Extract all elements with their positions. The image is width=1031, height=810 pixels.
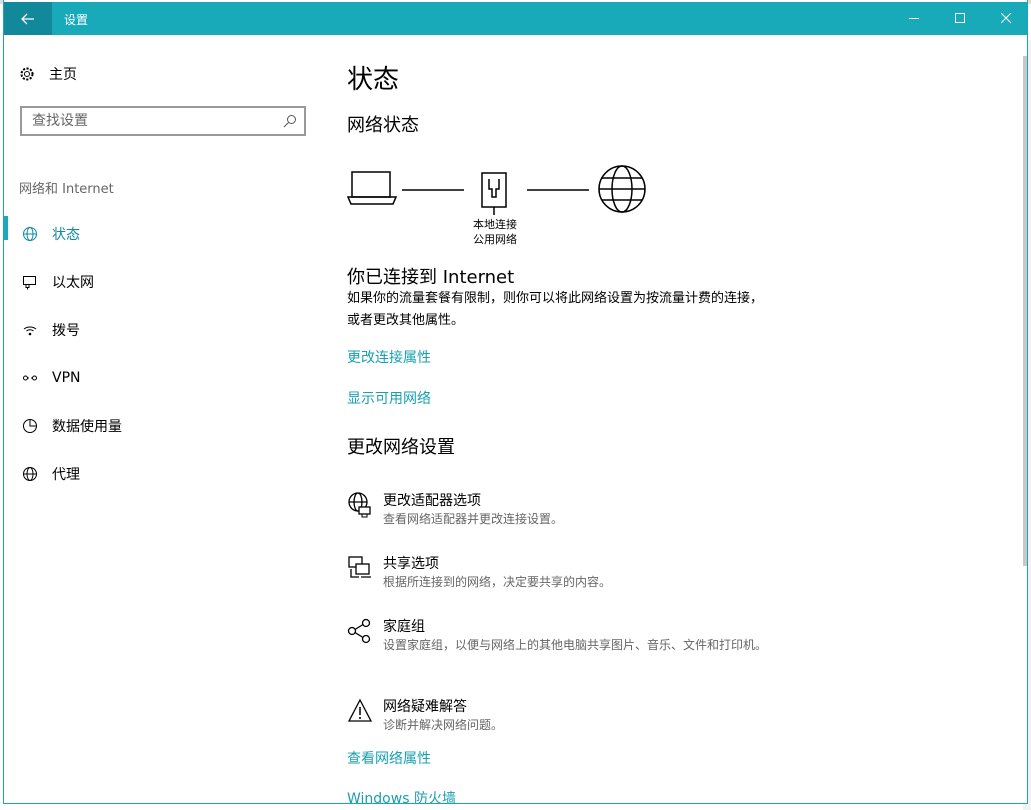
change-settings-heading: 更改网络设置 xyxy=(347,437,455,458)
globe-status-icon xyxy=(20,226,40,242)
connected-description: 如果你的流量套餐有限制，则你可以将此网络设置为按流量计费的连接，或者更改其他属性… xyxy=(347,291,764,328)
settings-window: 设置 主页 网络和 Internet 状态 以太网 拨号 xyxy=(3,0,1028,804)
warning-icon xyxy=(347,698,373,722)
proxy-globe-icon xyxy=(20,466,40,482)
windows-firewall-link[interactable]: Windows 防火墙 xyxy=(347,788,456,803)
maximize-icon xyxy=(954,13,965,23)
close-icon xyxy=(1000,13,1011,24)
back-button[interactable] xyxy=(4,2,52,35)
back-arrow-icon xyxy=(21,13,34,24)
sidebar-item-label: 代理 xyxy=(52,467,80,483)
ethernet-port-icon xyxy=(481,172,507,215)
adapter-name: 本地连接 xyxy=(473,218,517,231)
gear-icon xyxy=(20,67,34,81)
network-type: 公用网络 xyxy=(473,233,517,246)
sidebar-item-data-usage[interactable]: 数据使用量 xyxy=(4,402,324,450)
option-description: 设置家庭组，以便与网络上的其他电脑共享图片、音乐、文件和打印机。 xyxy=(383,638,768,652)
homegroup-item[interactable]: 家庭组 设置家庭组，以便与网络上的其他电脑共享图片、音乐、文件和打印机。 xyxy=(347,616,787,654)
option-title: 网络疑难解答 xyxy=(383,699,467,715)
sidebar-item-vpn[interactable]: VPN xyxy=(4,354,324,402)
network-status-heading: 网络状态 xyxy=(347,115,419,136)
sidebar-item-label: 以太网 xyxy=(52,275,94,291)
adapter-icon xyxy=(348,492,371,518)
show-available-networks-link[interactable]: 显示可用网络 xyxy=(347,388,431,408)
change-connection-properties-link[interactable]: 更改连接属性 xyxy=(347,347,431,367)
option-title: 更改适配器选项 xyxy=(383,493,481,509)
network-diagram: 本地连接 公用网络 xyxy=(347,163,647,253)
sidebar-item-status[interactable]: 状态 xyxy=(4,210,324,258)
connected-title: 你已连接到 Internet xyxy=(347,267,515,288)
option-title: 共享选项 xyxy=(383,556,439,572)
connection-line xyxy=(527,189,589,191)
section-label: 网络和 Internet xyxy=(19,182,114,197)
troubleshoot-item[interactable]: 网络疑难解答 诊断并解决网络问题。 xyxy=(347,696,787,734)
sidebar-item-label: VPN xyxy=(52,370,81,386)
sidebar-item-ethernet[interactable]: 以太网 xyxy=(4,258,324,306)
internet-globe-icon xyxy=(598,165,646,213)
view-network-properties-link[interactable]: 查看网络属性 xyxy=(347,748,431,768)
dialup-icon xyxy=(20,322,40,338)
sharing-icon xyxy=(348,556,371,578)
home-nav-item[interactable]: 主页 xyxy=(19,64,77,84)
option-description: 根据所连接到的网络，决定要共享的内容。 xyxy=(383,575,612,589)
title-bar: 设置 xyxy=(4,2,1027,35)
scrollbar[interactable] xyxy=(1023,56,1027,566)
connection-line xyxy=(402,189,464,191)
sidebar-item-label: 数据使用量 xyxy=(52,419,122,435)
minimize-icon xyxy=(908,18,919,19)
sidebar-nav: 状态 以太网 拨号 VPN 数据使用量 代理 xyxy=(4,210,324,498)
option-description: 诊断并解决网络问题。 xyxy=(383,718,504,732)
option-title: 家庭组 xyxy=(383,619,425,635)
search-box[interactable] xyxy=(20,106,306,136)
window-title: 设置 xyxy=(64,13,89,27)
maximize-button[interactable] xyxy=(937,2,983,35)
vpn-icon xyxy=(20,370,40,386)
option-description: 查看网络适配器并更改连接设置。 xyxy=(383,512,564,526)
search-input[interactable] xyxy=(22,108,272,134)
laptop-icon xyxy=(347,171,397,205)
homegroup-icon xyxy=(347,618,371,644)
search-icon[interactable] xyxy=(282,113,298,129)
minimize-button[interactable] xyxy=(891,2,937,35)
sidebar-item-proxy[interactable]: 代理 xyxy=(4,450,324,498)
sharing-options-item[interactable]: 共享选项 根据所连接到的网络，决定要共享的内容。 xyxy=(347,553,787,591)
data-usage-icon xyxy=(20,418,40,434)
close-button[interactable] xyxy=(983,2,1027,35)
sidebar-item-label: 拨号 xyxy=(52,323,80,339)
page-title: 状态 xyxy=(347,65,400,95)
sidebar-item-label: 状态 xyxy=(52,227,80,243)
home-label: 主页 xyxy=(49,67,77,83)
ethernet-icon xyxy=(20,274,40,290)
sidebar-item-dialup[interactable]: 拨号 xyxy=(4,306,324,354)
adapter-options-item[interactable]: 更改适配器选项 查看网络适配器并更改连接设置。 xyxy=(347,490,787,528)
